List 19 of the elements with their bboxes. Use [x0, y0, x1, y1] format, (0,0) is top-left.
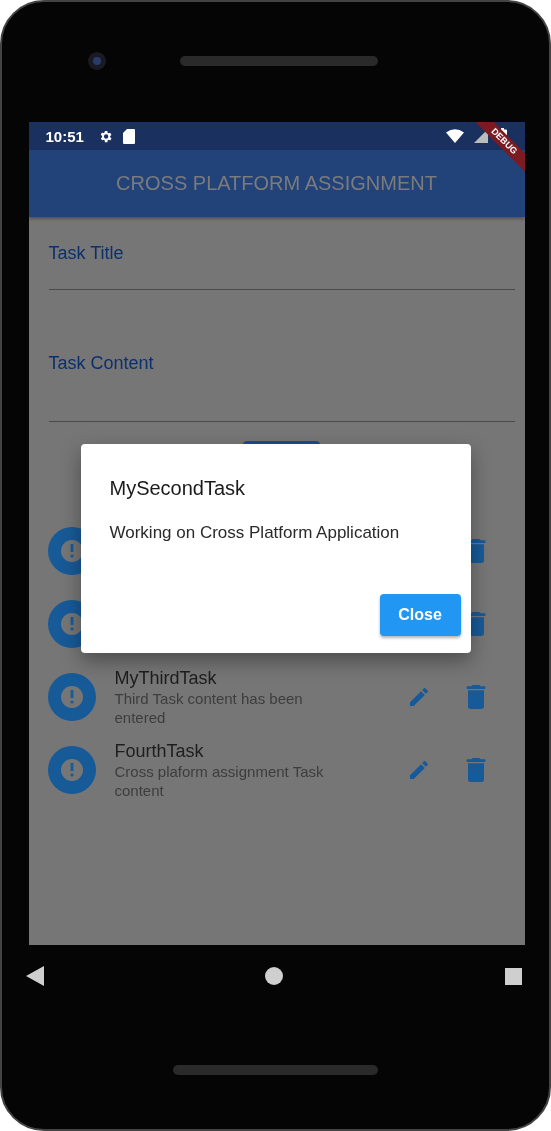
wifi-icon	[445, 129, 464, 143]
camera-icon	[88, 52, 106, 70]
dialog-message: Working on Cross Platform Application	[109, 523, 401, 543]
home-icon[interactable]	[265, 967, 283, 985]
close-button[interactable]: Close	[379, 594, 461, 636]
alert-icon	[47, 746, 96, 794]
task-content: Cross plaform assignment Task content	[114, 761, 325, 800]
alert-icon	[47, 673, 96, 721]
back-icon[interactable]	[25, 966, 44, 986]
text-input-field[interactable]: Task Content	[48, 290, 515, 422]
dialog-title: MySecondTask	[109, 477, 247, 500]
app-title: CROSS PLATFORM ASSIGNMENT	[116, 172, 437, 195]
task-title: MyThirdTask	[114, 667, 218, 689]
text-input-field[interactable]: Task Title	[48, 217, 515, 290]
clock-time: 10:51	[45, 127, 84, 145]
recents-icon[interactable]	[504, 967, 522, 985]
task-title: FourthTask	[114, 740, 205, 762]
task-content: Third Task content has been entered	[114, 688, 304, 727]
sd-card-icon	[122, 128, 135, 144]
